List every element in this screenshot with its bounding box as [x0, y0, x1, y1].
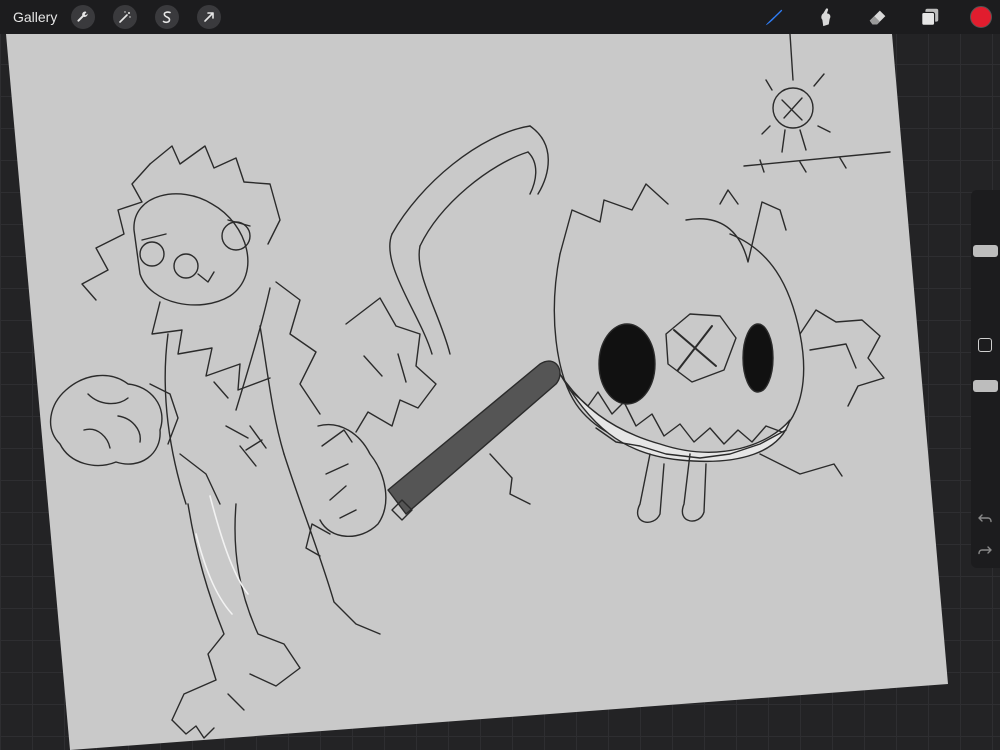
brush-button[interactable]: [762, 5, 786, 29]
gallery-button[interactable]: Gallery: [13, 9, 57, 25]
selection-button[interactable]: [155, 5, 180, 29]
wrench-icon: [77, 11, 88, 22]
painting-tools: [762, 0, 1000, 34]
brush-size-slider[interactable]: [973, 245, 998, 258]
magic-wand-icon: [119, 11, 132, 23]
adjustments-button[interactable]: [113, 5, 138, 29]
transform-button[interactable]: [197, 5, 222, 29]
opacity-slider[interactable]: [973, 380, 998, 393]
canvas-artwork[interactable]: [0, 33, 1000, 750]
actions-button[interactable]: [71, 5, 96, 29]
sidebar-controls: [971, 190, 1000, 568]
layers-icon: [921, 8, 939, 26]
redo-icon[interactable]: [977, 542, 993, 558]
canvas-sheet: [6, 34, 948, 750]
transform-icon: [204, 12, 215, 22]
modify-button[interactable]: [978, 338, 992, 352]
smudge-icon: [821, 8, 831, 27]
layers-button[interactable]: [918, 5, 942, 29]
eraser-icon: [869, 10, 886, 25]
canvas-area[interactable]: [0, 33, 1000, 750]
color-picker-button[interactable]: [970, 6, 992, 28]
top-toolbar: Gallery: [0, 0, 1000, 34]
eraser-button[interactable]: [866, 5, 890, 29]
smudge-button[interactable]: [814, 5, 838, 29]
undo-icon[interactable]: [977, 510, 993, 526]
selection-icon: [163, 11, 172, 24]
brush-icon: [765, 9, 783, 26]
